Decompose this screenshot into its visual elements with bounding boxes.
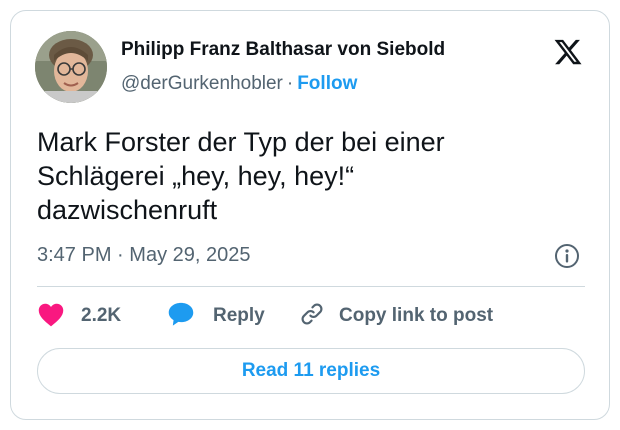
speech-bubble-icon [167,301,195,332]
tweet-timestamp[interactable]: 3:47 PM · May 29, 2025 [37,244,250,267]
copy-link-button[interactable]: Copy link to post [299,301,493,331]
reply-label: Reply [213,305,265,326]
author-name[interactable]: Philipp Franz Balthasar von Siebold [121,39,445,61]
avatar[interactable] [35,31,107,103]
like-button[interactable]: 2.2K [37,301,121,331]
follow-button[interactable]: Follow [297,73,357,94]
copy-link-label: Copy link to post [339,305,494,326]
x-logo-icon[interactable] [552,37,584,67]
reply-button[interactable]: Reply [167,301,265,331]
tweet-card: Philipp Franz Balthasar von Siebold @der… [10,10,610,420]
tweet-text-line: Schlägerei „hey, hey, hey!“ [37,161,355,191]
tweet-date: May 29, 2025 [129,244,251,266]
handle-separator: · [286,73,294,94]
author-handle[interactable]: @derGurkenhobler [121,73,283,94]
divider [37,286,585,287]
link-icon [299,301,325,332]
info-icon[interactable] [554,243,580,269]
timestamp-separator: · [117,244,124,266]
tweet-text-line: dazwischenruft [37,195,218,225]
read-replies-button[interactable]: Read 11 replies [37,348,585,394]
tweet-text-line: Mark Forster der Typ der bei einer [37,127,445,157]
tweet-time: 3:47 PM [37,244,112,266]
heart-icon [37,301,65,332]
author-handle-row: @derGurkenhobler · Follow [121,73,357,95]
like-count: 2.2K [81,305,122,326]
tweet-text: Mark Forster der Typ der bei einer Schlä… [37,125,597,227]
